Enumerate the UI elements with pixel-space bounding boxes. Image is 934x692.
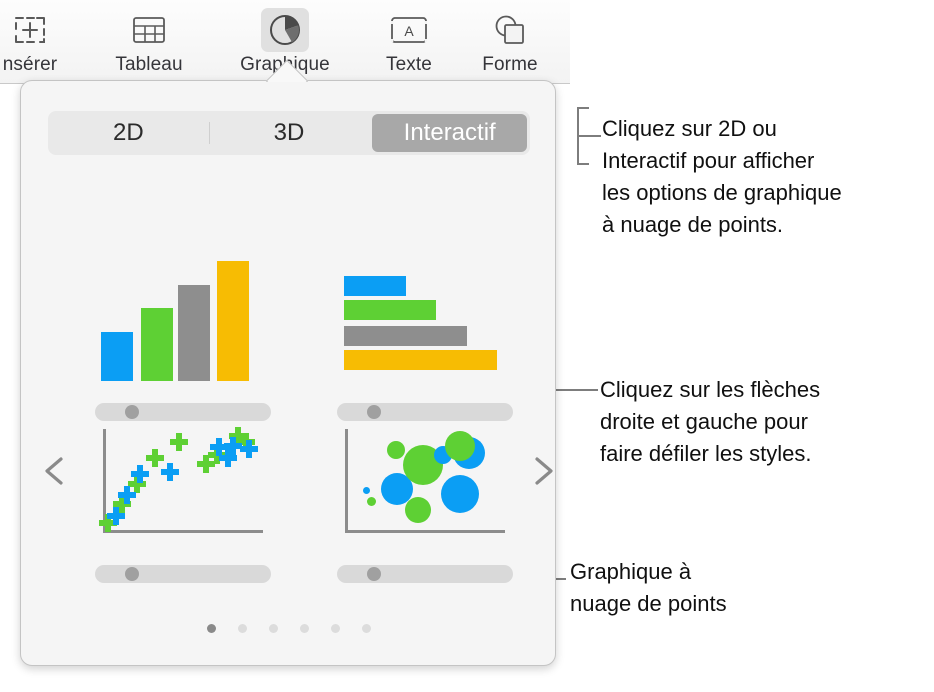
bubble-green (387, 441, 405, 459)
bar-1 (344, 276, 406, 296)
segment-2d[interactable]: 2D (51, 114, 206, 152)
toolbar-item-insert[interactable]: nsérer (0, 6, 82, 80)
toolbar-item-shape[interactable]: Forme (458, 6, 562, 80)
segment-divider (208, 122, 210, 144)
scatter-chart-art (77, 411, 289, 543)
toolbar-icon-wrap (0, 6, 82, 54)
segment-2d-label: 2D (112, 119, 144, 146)
page-dot-2[interactable] (238, 624, 247, 633)
segment-interactif[interactable]: Interactif (372, 114, 528, 152)
chevron-left-icon[interactable] (33, 449, 77, 493)
chart-style-popover: 2D 3D Interactif (20, 80, 556, 666)
bar-chart-art (319, 249, 531, 381)
callout-1-leader-line (577, 135, 601, 137)
scatter-point-blue (240, 440, 258, 458)
toolbar-item-table[interactable]: Tableau (97, 6, 201, 80)
text-box-icon: A (385, 8, 433, 52)
chart-thumb-bubble[interactable] (319, 411, 531, 583)
toolbar-label-table: Tableau (115, 54, 183, 75)
toolbar-label-shape: Forme (482, 54, 538, 75)
toolbar-icon-wrap (458, 6, 562, 54)
page-dot-6[interactable] (362, 624, 371, 633)
callout-text-chart-options: Cliquez sur 2D ou Interactif pour affich… (602, 116, 842, 237)
chart-thumb-scatter[interactable] (77, 411, 289, 583)
bubble-chart-slider[interactable] (337, 565, 513, 583)
bubble-green (445, 431, 475, 461)
toolbar-icon-wrap: A (357, 6, 461, 54)
shape-icon (486, 8, 534, 52)
scatter-x-axis (103, 530, 263, 533)
bubble-green (367, 497, 376, 506)
column-bar-3 (178, 285, 210, 381)
bubble-x-axis (345, 530, 505, 533)
column-bar-4 (217, 261, 249, 381)
segment-interactif-label: Interactif (403, 119, 496, 146)
page-dot-1[interactable] (207, 624, 216, 633)
bar-3 (344, 326, 467, 346)
toolbar-label-text: Texte (386, 54, 432, 75)
bubble-blue (441, 475, 479, 513)
table-icon (125, 8, 173, 52)
page-dot-5[interactable] (331, 624, 340, 633)
scatter-point-blue (107, 507, 125, 525)
slider-knob[interactable] (367, 567, 381, 581)
bubble-blue (363, 487, 370, 494)
callout-text-arrows: Cliquez sur les flèches droite et gauche… (600, 377, 821, 466)
chart-type-segmented-control[interactable]: 2D 3D Interactif (48, 111, 530, 155)
bar-4 (344, 350, 497, 370)
bubble-chart-art (319, 411, 531, 543)
slider-knob[interactable] (125, 567, 139, 581)
page-dot-3[interactable] (269, 624, 278, 633)
bubble-y-axis (345, 429, 348, 533)
scatter-point-blue (118, 486, 136, 504)
column-chart-art (77, 249, 289, 381)
scatter-point-blue (161, 463, 179, 481)
toolbar-icon-wrap (97, 6, 201, 54)
callout-1-bracket-top (577, 107, 589, 109)
bubble-green (405, 497, 431, 523)
bar-2 (344, 300, 436, 320)
chart-thumb-bar[interactable] (319, 249, 531, 421)
callout-text-scatter-chart: Graphique à nuage de points (570, 559, 727, 616)
callout-1-bracket-bottom (577, 163, 589, 165)
segment-3d[interactable]: 3D (208, 114, 367, 152)
scatter-point-green (170, 433, 188, 451)
chevron-right-icon[interactable] (521, 449, 565, 493)
segment-3d-label: 3D (273, 119, 305, 146)
svg-text:A: A (404, 23, 414, 39)
chart-thumb-column[interactable] (77, 249, 289, 421)
scatter-chart-slider[interactable] (95, 565, 271, 583)
chart-pie-icon (261, 8, 309, 52)
insert-icon (6, 8, 54, 52)
scatter-point-blue (131, 465, 149, 483)
toolbar-icon-wrap (233, 6, 337, 54)
toolbar-item-text[interactable]: A Texte (357, 6, 461, 80)
toolbar-label-insert: nsérer (2, 54, 58, 75)
column-bar-1 (101, 332, 133, 381)
column-bar-2 (141, 308, 173, 381)
popover-tail-arrow (264, 58, 308, 82)
page-dot-4[interactable] (300, 624, 309, 633)
page-indicator-dots[interactable] (21, 624, 557, 633)
